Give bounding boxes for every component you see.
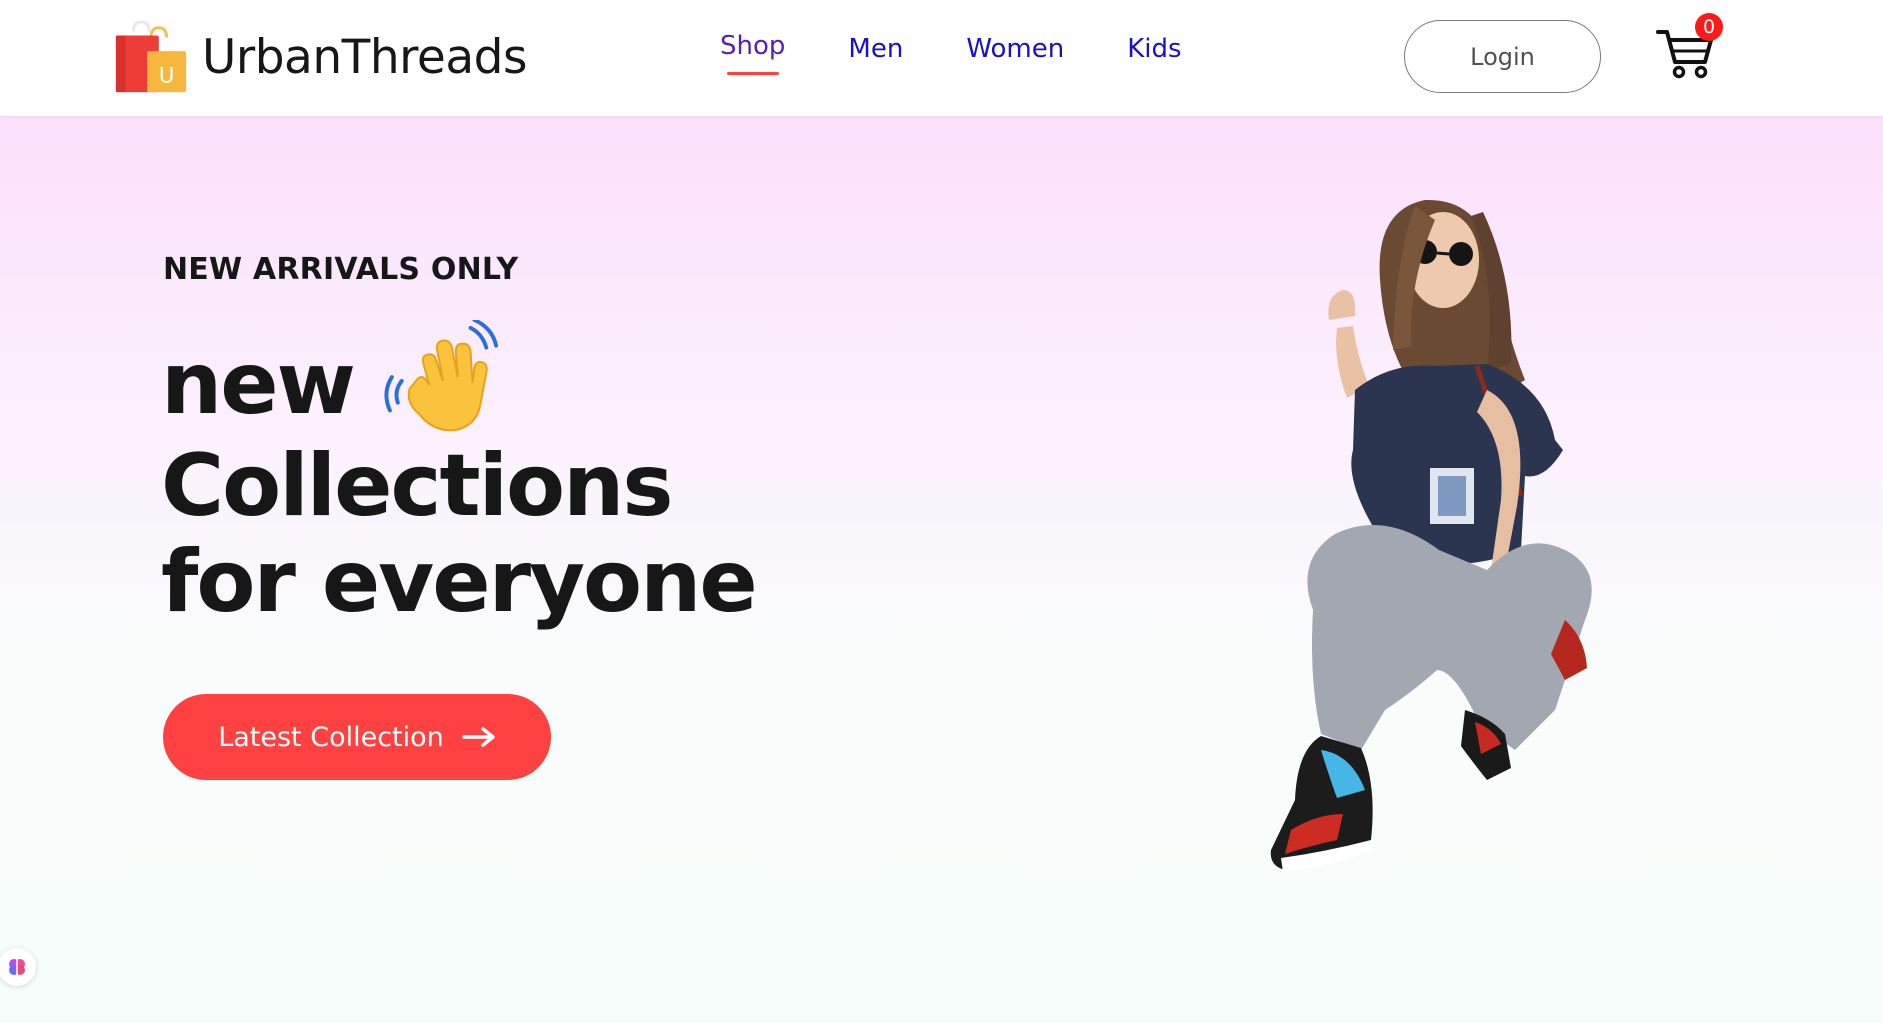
hero-title-line-1: new	[161, 320, 756, 438]
latest-collection-label: Latest Collection	[218, 721, 444, 753]
logo-badge-letter: U	[159, 63, 175, 88]
login-button[interactable]: Login	[1404, 20, 1601, 93]
hero-title-line-2: Collections	[161, 436, 674, 536]
hero-title: new Collections for everyone	[161, 320, 758, 632]
brand-logo[interactable]: U UrbanThreads	[112, 18, 527, 96]
brand-name: UrbanThreads	[202, 29, 527, 85]
nav-item-shop[interactable]: Shop	[720, 31, 786, 75]
nav-item-men[interactable]: Men	[848, 34, 903, 64]
nav-item-label: Kids	[1127, 34, 1182, 64]
nav-item-women[interactable]: Women	[966, 34, 1064, 64]
model-photo	[1270, 199, 1592, 872]
brain-icon	[9, 959, 25, 975]
waving-hand-icon	[384, 320, 499, 432]
active-nav-underline	[726, 72, 779, 75]
nav-item-label: Women	[966, 34, 1065, 64]
navbar: U UrbanThreads Shop Men Women Kids Login…	[0, 0, 1883, 116]
nav-item-label: Men	[848, 34, 904, 64]
cart-count-badge: 0	[1695, 13, 1723, 41]
hero-eyebrow: NEW ARRIVALS ONLY	[163, 252, 519, 287]
hero-title-line-3: for everyone	[161, 532, 758, 632]
shopping-bag-icon: U	[115, 20, 187, 93]
latest-collection-button[interactable]: Latest Collection	[163, 694, 551, 780]
nav-item-kids[interactable]: Kids	[1127, 34, 1181, 64]
main-nav: Shop Men Women Kids	[720, 31, 1245, 75]
nav-item-label: Shop	[720, 31, 786, 61]
arrow-right-icon	[462, 727, 495, 747]
hero-title-word-new: new	[161, 334, 356, 434]
